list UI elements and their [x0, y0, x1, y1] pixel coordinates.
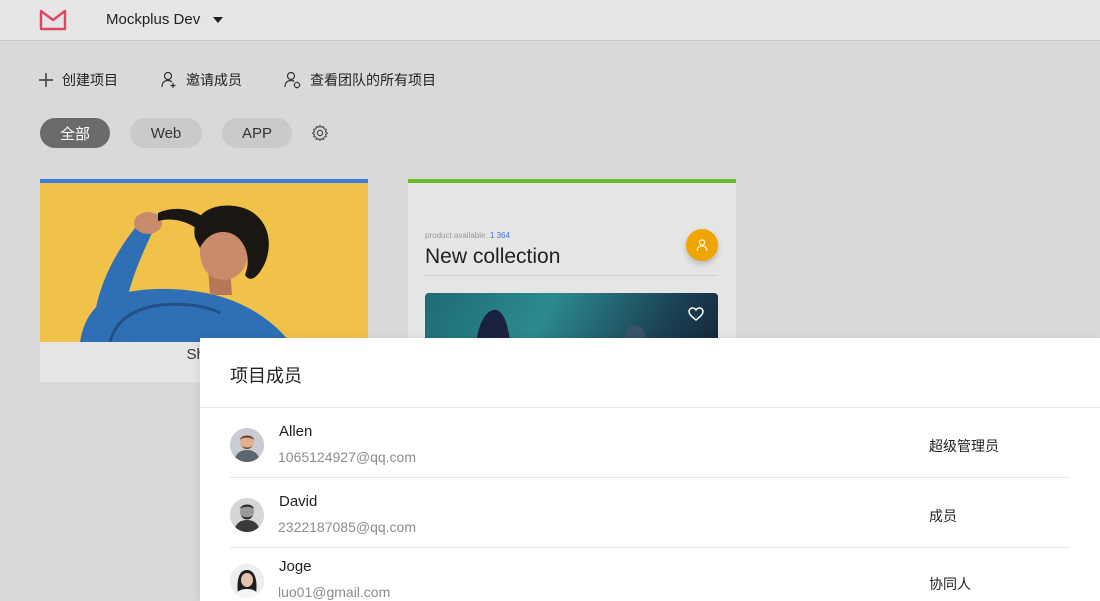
chevron-down-icon[interactable] — [213, 17, 223, 23]
product-available-text: product available: 1 364 — [425, 231, 510, 240]
invite-members-button[interactable]: 邀请成员 — [160, 69, 242, 91]
gear-icon[interactable] — [311, 124, 329, 142]
create-project-label: 创建项目 — [62, 72, 118, 88]
team-projects-label: 查看团队的所有项目 — [310, 72, 436, 88]
member-row-allen[interactable]: Allen 1065124927@qq.com 超级管理员 — [230, 408, 1070, 478]
member-role[interactable]: 协同人 — [929, 574, 971, 594]
project-name[interactable]: Mockplus Dev — [106, 11, 200, 28]
member-name: Allen — [279, 423, 313, 440]
member-row-joge[interactable]: Joge luo01@gmail.com 协同人 — [230, 548, 1070, 601]
avatar — [230, 498, 264, 532]
team-projects-button[interactable]: 查看团队的所有项目 — [283, 69, 436, 91]
user-icon — [696, 239, 708, 252]
member-role[interactable]: 成员 — [929, 506, 957, 526]
collection-photo — [425, 293, 718, 339]
top-bar: Mockplus Dev — [0, 0, 1100, 41]
member-email: 2322187085@qq.com — [278, 519, 416, 535]
avatar-david-icon — [230, 498, 264, 532]
user-badge — [686, 229, 718, 261]
member-name: David — [279, 493, 318, 510]
project-members-panel: 项目成员 Allen 1065124927@qq.com 超级管理员 David… — [200, 338, 1100, 601]
divider — [425, 275, 718, 276]
photo-silhouette — [476, 309, 645, 339]
collection-title: New collection — [425, 245, 561, 268]
member-email: 1065124927@qq.com — [278, 449, 416, 465]
member-name: Joge — [279, 558, 312, 575]
avatar-joge-icon — [230, 564, 264, 598]
avatar — [230, 564, 264, 598]
person-photo-illustration — [40, 183, 368, 342]
member-email: luo01@gmail.com — [278, 584, 391, 600]
filter-web-tab[interactable]: Web — [130, 118, 202, 148]
product-count: 1 364 — [489, 231, 510, 240]
invite-members-label: 邀请成员 — [186, 72, 242, 88]
filter-app-tab[interactable]: APP — [222, 118, 292, 148]
team-user-icon — [284, 71, 301, 89]
create-project-button[interactable]: 创建项目 — [38, 69, 118, 91]
add-user-icon — [161, 71, 176, 88]
member-row-david[interactable]: David 2322187085@qq.com 成员 — [230, 478, 1070, 548]
project-thumbnail — [40, 183, 368, 342]
heart-icon[interactable] — [688, 307, 704, 321]
avatar-allen-icon — [230, 428, 264, 462]
panel-title: 项目成员 — [230, 366, 302, 386]
project-card-new-collection[interactable]: product available: 1 364 New collection — [408, 179, 736, 339]
plus-icon — [39, 73, 53, 87]
mockplus-logo-icon[interactable] — [38, 8, 68, 32]
member-role[interactable]: 超级管理员 — [929, 436, 999, 456]
filter-all-tab[interactable]: 全部 — [40, 118, 110, 148]
avatar — [230, 428, 264, 462]
